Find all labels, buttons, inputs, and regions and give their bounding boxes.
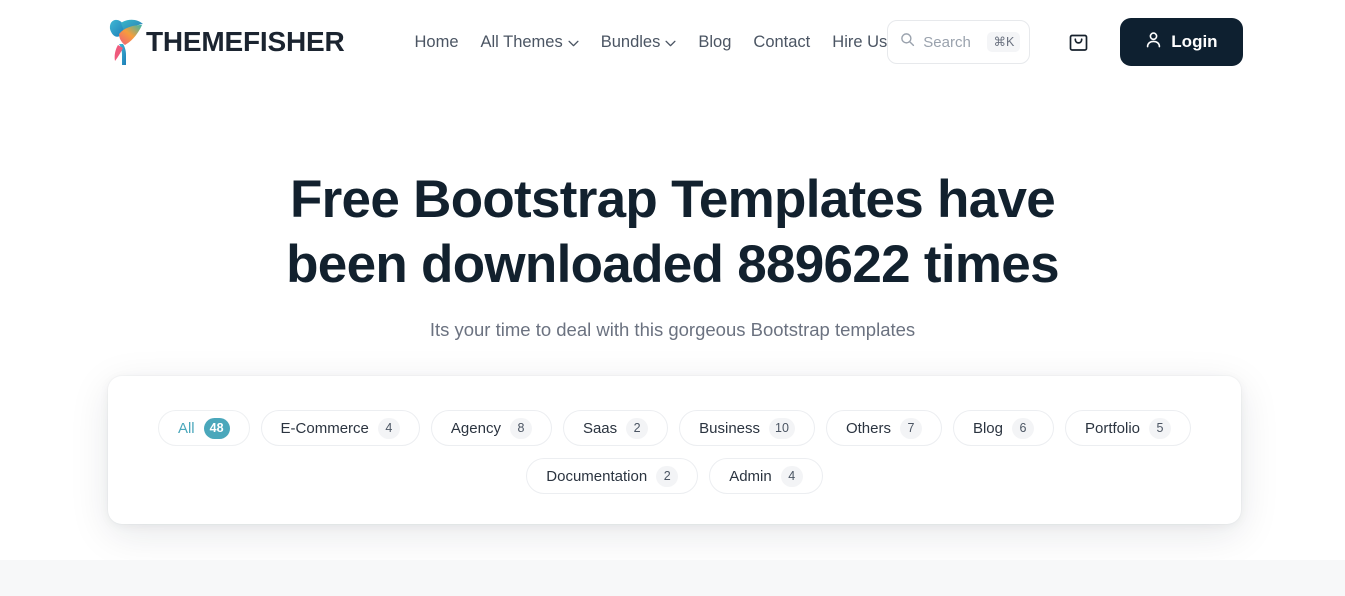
nav-label: Contact [753, 32, 811, 51]
header-actions: Search ⌘K Login [887, 18, 1243, 66]
filter-pill-saas[interactable]: Saas 2 [562, 410, 669, 446]
nav-item-home[interactable]: Home [414, 33, 458, 52]
filter-count: 8 [509, 417, 532, 439]
filter-count: 7 [899, 417, 922, 439]
filter-label: Business [699, 419, 761, 437]
nav-item-blog[interactable]: Blog [698, 33, 731, 52]
filter-row-primary: All 48 E-Commerce 4 Agency 8 Saas 2 Busi… [157, 410, 1192, 446]
filter-label: Portfolio [1084, 419, 1141, 437]
search-placeholder: Search [923, 33, 971, 51]
hummingbird-logo-icon [106, 17, 148, 67]
search-shortcut-badge: ⌘K [987, 31, 1021, 53]
filter-label: Agency [450, 419, 501, 437]
filter-label: Saas [582, 419, 618, 437]
login-button[interactable]: Login [1120, 18, 1243, 66]
filter-label: E-Commerce [280, 419, 369, 437]
logo[interactable]: THEMEFISHER [106, 17, 345, 67]
shopping-bag-icon [1068, 30, 1089, 55]
filter-pill-blog[interactable]: Blog 6 [952, 410, 1054, 446]
filter-count: 2 [626, 417, 649, 439]
chevron-down-icon [568, 38, 579, 47]
filter-row-secondary: Documentation 2 Admin 4 [526, 458, 823, 494]
cart-button[interactable] [1056, 20, 1100, 64]
filter-pill-documentation[interactable]: Documentation 2 [526, 458, 699, 494]
filter-count: 48 [203, 417, 230, 439]
hero-subtitle: Its your time to deal with this gorgeous… [429, 319, 916, 340]
nav-item-bundles[interactable]: Bundles [601, 33, 677, 52]
filter-count: 2 [656, 465, 679, 487]
filter-pill-portfolio[interactable]: Portfolio 5 [1064, 410, 1192, 446]
filter-label: Blog [972, 419, 1003, 437]
chevron-down-icon [665, 38, 676, 47]
filter-pill-others[interactable]: Others 7 [825, 410, 942, 446]
filter-label: All [177, 419, 195, 437]
logo-text: THEMEFISHER [146, 26, 345, 57]
login-label: Login [1171, 32, 1218, 51]
filter-card: All 48 E-Commerce 4 Agency 8 Saas 2 Busi… [108, 376, 1241, 524]
user-icon [1145, 31, 1162, 54]
search-input[interactable]: Search ⌘K [887, 20, 1031, 64]
filter-count: 4 [780, 465, 803, 487]
filter-pill-all[interactable]: All 48 [157, 410, 250, 446]
hero-section: Free Bootstrap Templates have been downl… [0, 84, 1345, 477]
page-bottom-tint [0, 560, 1345, 596]
nav-label: All Themes [480, 32, 563, 51]
filter-count: 5 [1149, 417, 1172, 439]
nav-label: Bundles [600, 32, 661, 51]
site-header: THEMEFISHER Home All Themes Bundles Blog… [0, 0, 1345, 84]
filter-pill-agency[interactable]: Agency 8 [430, 410, 552, 446]
nav-label: Blog [698, 32, 732, 51]
filter-count: 4 [377, 417, 400, 439]
filter-pill-admin[interactable]: Admin 4 [709, 458, 823, 494]
search-icon [900, 32, 915, 52]
filter-pill-e-commerce[interactable]: E-Commerce 4 [260, 410, 420, 446]
filter-count: 10 [769, 417, 795, 439]
nav-item-hire-us[interactable]: Hire Us [832, 33, 887, 52]
nav-item-all-themes[interactable]: All Themes [481, 33, 579, 52]
nav-item-contact[interactable]: Contact [753, 33, 810, 52]
filter-count: 6 [1011, 417, 1034, 439]
filter-label: Documentation [546, 467, 648, 485]
nav-label: Home [414, 32, 459, 51]
main-nav: Home All Themes Bundles Blog Contact Hir… [414, 33, 887, 52]
page-title: Free Bootstrap Templates have been downl… [286, 170, 1059, 294]
filter-label: Admin [729, 467, 772, 485]
filter-pill-business[interactable]: Business 10 [679, 410, 815, 446]
filter-label: Others [845, 419, 891, 437]
nav-label: Hire Us [832, 32, 888, 51]
filter-card-wrap: All 48 E-Commerce 4 Agency 8 Saas 2 Busi… [0, 376, 1345, 576]
